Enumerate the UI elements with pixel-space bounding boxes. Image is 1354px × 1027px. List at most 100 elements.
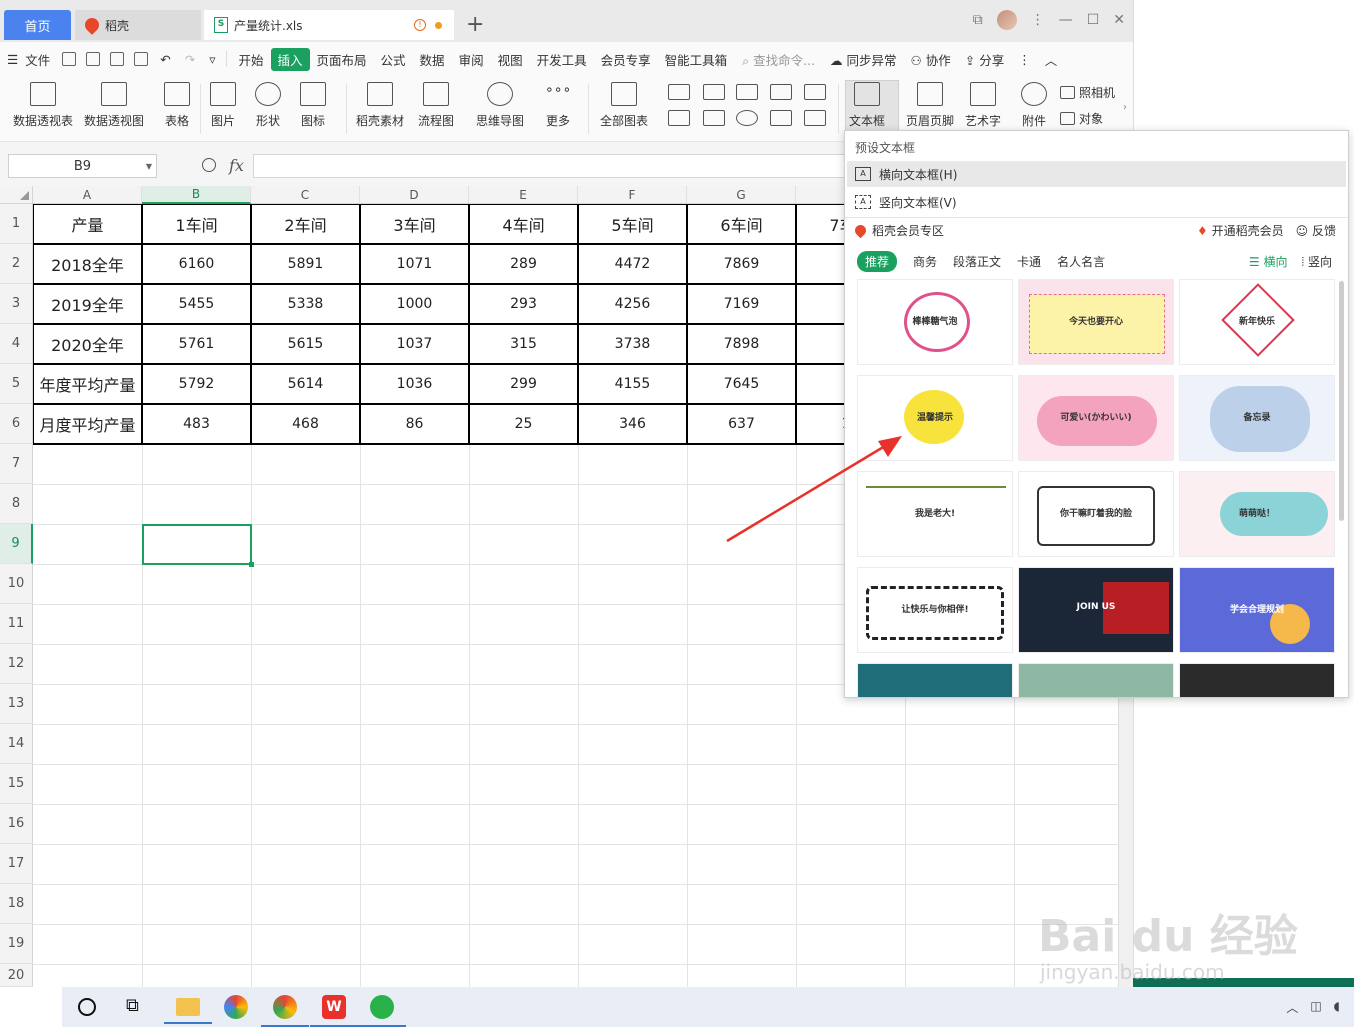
browser-360-icon[interactable] <box>224 995 248 1019</box>
table-cell[interactable]: 5338 <box>251 284 361 325</box>
print-icon[interactable] <box>110 52 125 66</box>
table-cell[interactable]: 1071 <box>360 244 470 285</box>
radar-chart-icon[interactable] <box>770 84 792 100</box>
tray-expand-icon[interactable]: ︿ <box>1286 999 1298 1016</box>
row-header[interactable]: 20 <box>0 964 33 987</box>
cortana-icon[interactable] <box>78 998 96 1016</box>
table-cell[interactable]: 年度平均产量 <box>33 364 143 405</box>
row-header[interactable]: 8 <box>0 484 33 524</box>
dropdown-scrollbar[interactable] <box>1339 281 1344 521</box>
table-cell[interactable]: 4155 <box>578 364 688 405</box>
textbox-template-card[interactable]: JOIN US <box>1018 567 1174 653</box>
flowchart-button[interactable]: 流程图 <box>418 82 454 129</box>
horizontal-textbox-item[interactable]: A 横向文本框(H) <box>847 161 1346 187</box>
table-header-cell[interactable]: 3车间 <box>360 204 470 245</box>
combo-chart-icon[interactable] <box>804 110 826 126</box>
minimize-icon[interactable]: — <box>1059 12 1073 28</box>
pie-chart-icon[interactable] <box>736 110 758 126</box>
chrome-icon[interactable] <box>261 995 309 1027</box>
menu-dev-tools[interactable]: 开发工具 <box>530 50 594 69</box>
table-header-cell[interactable]: 产量 <box>33 204 143 245</box>
row-header[interactable]: 13 <box>0 684 33 724</box>
menu-insert[interactable]: 插入 <box>270 47 310 71</box>
open-vip-link[interactable]: ♦ 开通稻壳会员 <box>1197 222 1284 239</box>
table-cell[interactable]: 1036 <box>360 364 470 405</box>
column-chart-icon[interactable] <box>703 84 725 100</box>
stock-chart-icon[interactable] <box>804 84 826 100</box>
menu-view[interactable]: 视图 <box>491 50 530 69</box>
zoom-search-icon[interactable] <box>202 158 216 172</box>
table-cell[interactable]: 299 <box>469 364 579 405</box>
customize-quick-icon[interactable]: ▿ <box>202 52 222 67</box>
row-header[interactable]: 14 <box>0 724 33 764</box>
table-cell[interactable]: 7898 <box>687 324 797 365</box>
sync-status[interactable]: ☁ 同步异常 <box>823 50 904 69</box>
menu-vip[interactable]: 会员专享 <box>594 50 658 69</box>
row-header[interactable]: 19 <box>0 924 33 964</box>
wechat-icon[interactable] <box>358 995 406 1027</box>
maximize-icon[interactable]: ☐ <box>1087 12 1100 28</box>
row-header[interactable]: 12 <box>0 644 33 684</box>
taskbar-search-area[interactable] <box>0 987 62 1027</box>
textbox-template-card[interactable]: 你干嘛盯着我的脸 <box>1018 471 1174 557</box>
row-header[interactable]: 7 <box>0 444 33 484</box>
material-button[interactable]: 稻壳素材 <box>356 82 404 129</box>
row-header[interactable]: 15 <box>0 764 33 804</box>
window-mode-icon[interactable]: ⧉ <box>973 12 983 28</box>
hamburger-icon[interactable]: ☰ <box>0 52 25 67</box>
category-quotes[interactable]: 名人名言 <box>1057 253 1105 270</box>
table-header-cell[interactable]: 2车间 <box>251 204 361 245</box>
table-cell[interactable]: 月度平均产量 <box>33 404 143 445</box>
menu-more-icon[interactable]: ⋮ <box>1031 12 1045 28</box>
row-header[interactable]: 11 <box>0 604 33 644</box>
tab-file[interactable]: S 产量统计.xls ! <box>204 10 454 40</box>
textbox-template-card[interactable]: 我是老大! <box>857 471 1013 557</box>
column-header[interactable]: D <box>360 186 469 204</box>
table-cell[interactable]: 315 <box>469 324 579 365</box>
more-button[interactable]: ∘∘∘ 更多 <box>545 82 571 129</box>
table-cell[interactable]: 5792 <box>142 364 252 405</box>
table-cell[interactable]: 7869 <box>687 244 797 285</box>
table-cell[interactable]: 2018全年 <box>33 244 143 285</box>
row-header[interactable]: 2 <box>0 244 33 284</box>
row-header[interactable]: 3 <box>0 284 33 324</box>
redo-icon[interactable]: ↷ <box>178 52 202 67</box>
table-cell[interactable]: 2019全年 <box>33 284 143 325</box>
table-cell[interactable]: 468 <box>251 404 361 445</box>
column-header[interactable]: C <box>251 186 360 204</box>
menu-smart-toolbox[interactable]: 智能工具箱 <box>658 50 735 69</box>
volume-icon[interactable]: ◖ <box>1334 999 1340 1016</box>
table-cell[interactable]: 6160 <box>142 244 252 285</box>
tab-daoke[interactable]: 稻壳 <box>75 10 201 40</box>
vertical-textbox-item[interactable]: A 竖向文本框(V) <box>847 189 1346 215</box>
table-cell[interactable]: 5891 <box>251 244 361 285</box>
new-tab-button[interactable]: + <box>466 12 484 37</box>
fx-icon[interactable]: fx <box>229 156 244 175</box>
row-header[interactable]: 9 <box>0 524 33 564</box>
row-header[interactable]: 5 <box>0 364 33 404</box>
table-cell[interactable]: 483 <box>142 404 252 445</box>
textbox-template-card[interactable] <box>857 663 1013 697</box>
camera-button[interactable]: 照相机 <box>1060 84 1115 101</box>
column-header[interactable]: A <box>33 186 142 204</box>
table-cell[interactable]: 5615 <box>251 324 361 365</box>
tab-home[interactable]: 首页 <box>4 10 71 40</box>
table-cell[interactable]: 5614 <box>251 364 361 405</box>
category-business[interactable]: 商务 <box>913 253 937 270</box>
table-cell[interactable]: 346 <box>578 404 688 445</box>
table-cell[interactable]: 2020全年 <box>33 324 143 365</box>
undo-icon[interactable]: ↶ <box>153 52 177 67</box>
table-header-cell[interactable]: 4车间 <box>469 204 579 245</box>
area-chart-icon[interactable] <box>703 110 725 126</box>
picture-button[interactable]: 图片 <box>210 82 236 129</box>
table-cell[interactable]: 1000 <box>360 284 470 325</box>
wps-icon[interactable]: W <box>310 995 358 1027</box>
table-cell[interactable]: 7645 <box>687 364 797 405</box>
textbox-template-card[interactable]: 温馨提示 <box>857 375 1013 461</box>
table-cell[interactable]: 293 <box>469 284 579 325</box>
orient-vertical[interactable]: ⦙ 竖向 <box>1301 253 1332 270</box>
menu-start[interactable]: 开始 <box>231 50 270 69</box>
table-cell[interactable]: 7169 <box>687 284 797 325</box>
table-header-cell[interactable]: 6车间 <box>687 204 797 245</box>
menu-formula[interactable]: 公式 <box>374 50 413 69</box>
